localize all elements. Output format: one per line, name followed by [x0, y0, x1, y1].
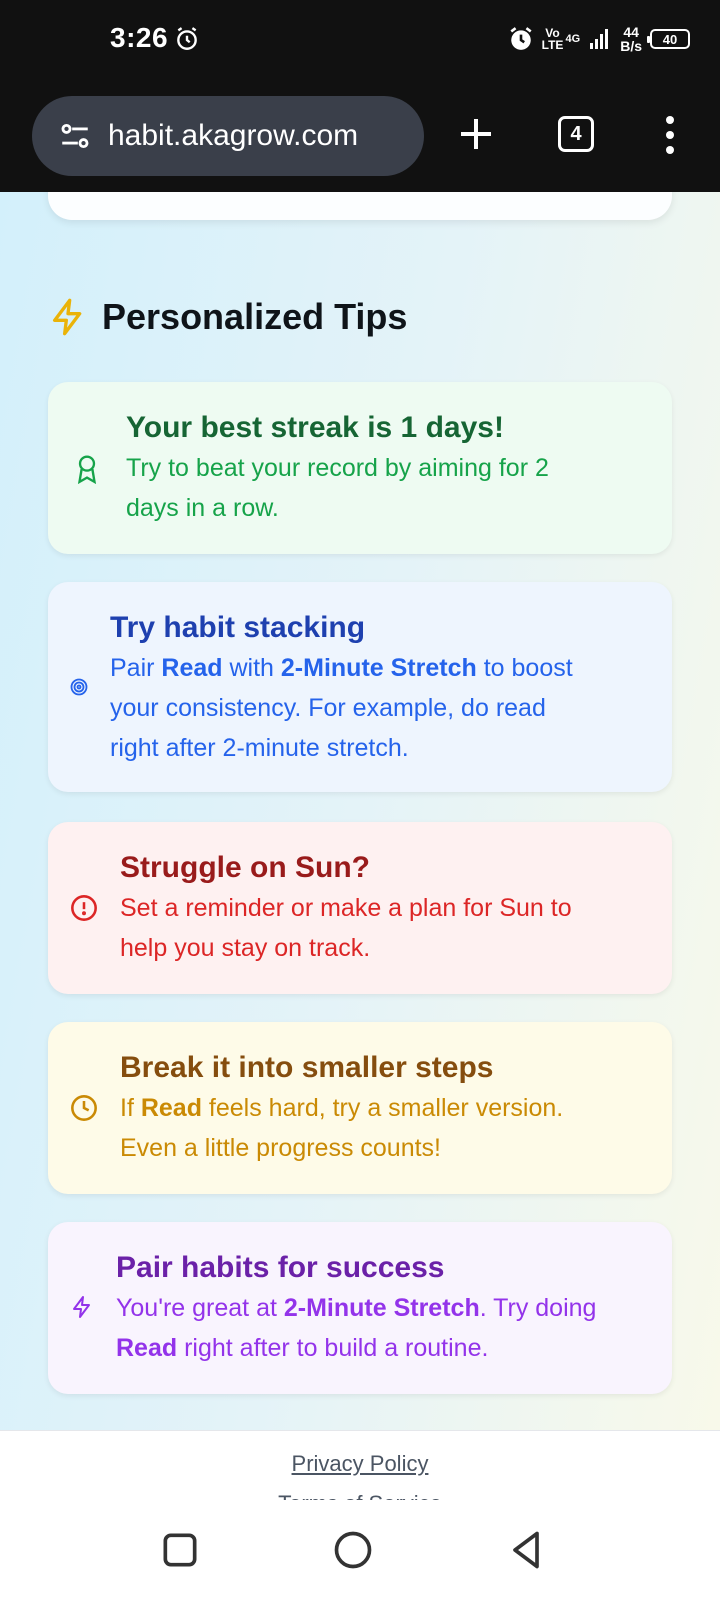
privacy-policy-link[interactable]: Privacy Policy — [0, 1451, 720, 1477]
browser-menu-icon[interactable] — [664, 116, 676, 154]
network-gen-label: 4G — [565, 33, 581, 45]
lightning-bolt-icon — [53, 298, 82, 336]
address-bar[interactable]: habit.akagrow.com — [32, 96, 424, 176]
network-label: Vo LTE 4G — [542, 27, 581, 51]
status-time: 3:26 — [110, 22, 169, 53]
battery-level: 40 — [662, 31, 678, 47]
back-icon[interactable] — [504, 1528, 548, 1572]
tip-card-pair-habits: Pair habits for success You're great at … — [48, 1222, 672, 1394]
alarm-icon — [509, 27, 532, 50]
site-settings-icon[interactable] — [58, 119, 92, 153]
terms-of-service-link[interactable]: Terms of Service — [0, 1491, 720, 1500]
tab-switcher-button[interactable]: 4 — [558, 116, 594, 152]
tip-title: Break it into smaller steps — [120, 1051, 494, 1084]
award-ribbon-icon — [77, 455, 97, 484]
tip-title: Your best streak is 1 days! — [126, 411, 504, 444]
tip-card-smaller-steps: Break it into smaller steps If Read feel… — [48, 1022, 672, 1194]
system-navigation-bar — [0, 1500, 720, 1600]
speed-value: 44 — [623, 24, 639, 40]
lightning-icon — [73, 1296, 90, 1318]
tip-card-struggle-day: Struggle on Sun? Set a reminder or make … — [48, 822, 672, 994]
tip-title: Try habit stacking — [110, 611, 366, 644]
alarm-clock-icon — [177, 27, 197, 50]
tips-header: Personalized Tips — [48, 296, 407, 338]
tip-text: Set a reminder or make a plan for Sun to… — [120, 894, 572, 962]
home-icon[interactable] — [331, 1528, 375, 1572]
speed-unit: B/s — [620, 38, 642, 54]
new-tab-plus-icon[interactable] — [456, 114, 496, 154]
section-title: Personalized Tips — [102, 296, 408, 337]
network-speed: 44 B/s — [620, 25, 642, 53]
tip-text: Pair Read with 2-Minute Stretch to boost… — [110, 654, 573, 762]
tip-title: Struggle on Sun? — [120, 851, 370, 884]
tip-title: Pair habits for success — [116, 1251, 445, 1284]
alert-circle-icon — [71, 895, 97, 921]
volte-label: Vo LTE — [541, 26, 564, 52]
tip-text: Try to beat your record by aiming for 2 … — [126, 454, 549, 522]
tab-count: 4 — [570, 122, 582, 145]
page-content: Personalized Tips Your best streak is 1 … — [0, 192, 720, 1430]
page-footer: Privacy Policy Terms of Service — [0, 1430, 720, 1500]
status-bar: 3:26 Vo LTE 4G 44 B/s 40 — [0, 0, 720, 82]
tip-card-best-streak: Your best streak is 1 days! Try to beat … — [48, 382, 672, 554]
battery-icon: 40 — [647, 29, 690, 49]
target-icon — [70, 678, 88, 696]
browser-toolbar: habit.akagrow.com 4 — [0, 82, 720, 192]
signal-icon — [590, 29, 609, 49]
tip-text: If Read feels hard, try a smaller versio… — [120, 1094, 564, 1162]
tip-text: You're great at 2-Minute Stretch. Try do… — [116, 1294, 597, 1362]
previous-card — [48, 192, 672, 220]
recent-apps-icon[interactable] — [158, 1528, 202, 1572]
clock-icon — [71, 1095, 97, 1121]
status-icons: Vo LTE 4G 44 B/s 40 — [508, 22, 690, 56]
tip-card-habit-stacking: Try habit stacking Pair Read with 2-Minu… — [48, 582, 672, 792]
url-text[interactable]: habit.akagrow.com — [108, 119, 358, 153]
